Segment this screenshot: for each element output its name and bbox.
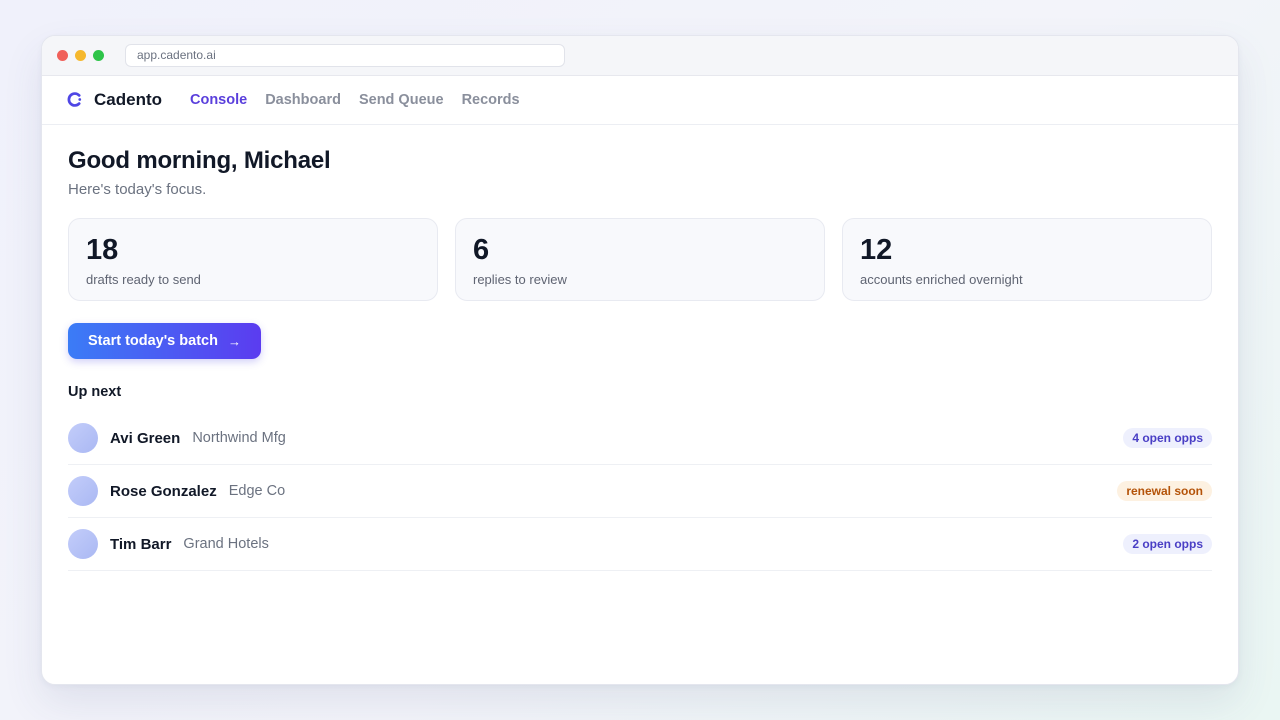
stat-label: accounts enriched overnight xyxy=(860,272,1023,287)
arrow-right-icon: → xyxy=(227,333,241,349)
stat-card-accounts[interactable]: 12 accounts enriched overnight xyxy=(842,218,1212,301)
nav-link-send-queue[interactable]: Send Queue xyxy=(359,92,444,108)
browser-window: app.cadento.ai Cadento Console Dashboard… xyxy=(41,35,1239,685)
stat-card-drafts[interactable]: 18 drafts ready to send xyxy=(68,218,438,301)
contact-company: Grand Hotels xyxy=(183,536,269,552)
avatar xyxy=(68,423,98,453)
stat-value: 12 xyxy=(860,234,893,266)
status-badge: renewal soon xyxy=(1117,481,1212,501)
stat-label: drafts ready to send xyxy=(86,272,201,287)
top-nav: Cadento Console Dashboard Send Queue Rec… xyxy=(42,76,1238,125)
contact-name: Rose Gonzalez xyxy=(110,482,217,500)
nav-links: Console Dashboard Send Queue Records xyxy=(190,92,520,108)
brand-name: Cadento xyxy=(94,90,162,109)
up-next-title: Up next xyxy=(68,384,122,400)
start-batch-button[interactable]: Start today's batch → xyxy=(68,323,261,359)
nav-link-console[interactable]: Console xyxy=(190,92,247,108)
avatar xyxy=(68,476,98,506)
stat-value: 18 xyxy=(86,234,119,266)
contact-company: Edge Co xyxy=(228,483,286,499)
page-subtitle: Here's today's focus. xyxy=(68,181,207,198)
page-title: Good morning, Michael xyxy=(68,147,331,174)
nav-link-records[interactable]: Records xyxy=(462,92,520,108)
contact-name: Avi Green xyxy=(110,429,181,447)
browser-chrome: app.cadento.ai xyxy=(42,36,1238,76)
start-batch-label: Start today's batch xyxy=(88,333,218,349)
cadento-logo-icon xyxy=(67,92,82,107)
status-badge: 4 open opps xyxy=(1123,428,1212,448)
contact-company: Northwind Mfg xyxy=(192,430,286,446)
stat-card-replies[interactable]: 6 replies to review xyxy=(455,218,825,301)
stat-label: replies to review xyxy=(473,272,567,287)
status-badge: 2 open opps xyxy=(1123,534,1212,554)
minimize-window-icon[interactable] xyxy=(75,50,86,61)
list-item[interactable]: Tim Barr Grand Hotels 2 open opps xyxy=(68,518,1212,571)
nav-link-dashboard[interactable]: Dashboard xyxy=(265,92,341,108)
address-bar[interactable]: app.cadento.ai xyxy=(125,44,565,67)
stats-row: 18 drafts ready to send 6 replies to rev… xyxy=(68,218,1212,301)
up-next-list: Avi Green Northwind Mfg 4 open opps Rose… xyxy=(68,412,1212,571)
avatar xyxy=(68,529,98,559)
list-item[interactable]: Avi Green Northwind Mfg 4 open opps xyxy=(68,412,1212,465)
maximize-window-icon[interactable] xyxy=(93,50,104,61)
list-item[interactable]: Rose Gonzalez Edge Co renewal soon xyxy=(68,465,1212,518)
contact-name: Tim Barr xyxy=(110,535,172,553)
main-content: Good morning, Michael Here's today's foc… xyxy=(68,125,1212,571)
close-window-icon[interactable] xyxy=(57,50,68,61)
stat-value: 6 xyxy=(473,234,490,266)
